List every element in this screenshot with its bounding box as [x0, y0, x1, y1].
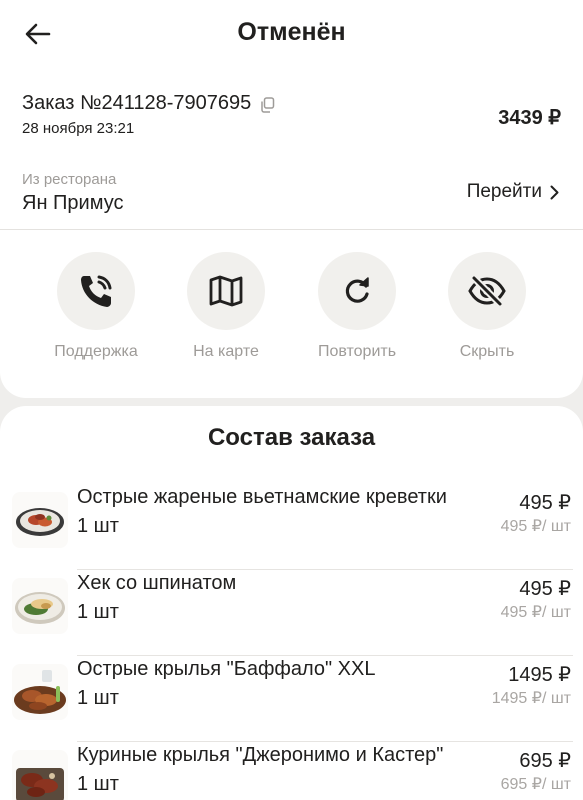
- item-unit-price: 1495 ₽/ шт: [491, 690, 571, 707]
- dish-image-shrimp: [12, 492, 68, 548]
- map-label: На карте: [193, 343, 259, 360]
- support-button[interactable]: Поддержка: [31, 252, 161, 361]
- map-icon: [209, 275, 243, 307]
- actions-row: Поддержка На карте Повторить Скрыть: [0, 252, 583, 362]
- item-quantity: 1 шт: [77, 687, 119, 709]
- restaurant-row: Из ресторана Ян Примус Перейти: [22, 170, 567, 220]
- dish-image-hake: [12, 578, 68, 634]
- composition-title: Состав заказа: [207, 424, 376, 451]
- page-title: Отменён: [237, 18, 346, 46]
- item-quantity: 1 шт: [77, 601, 119, 623]
- item-unit-price: 495 ₽/ шт: [500, 518, 571, 535]
- item-unit-price: 695 ₽/ шт: [500, 776, 571, 793]
- item-quantity: 1 шт: [77, 773, 119, 795]
- item-name: Острые жареные вьетнамские креветки: [77, 486, 447, 508]
- map-button[interactable]: На карте: [161, 252, 291, 361]
- order-item[interactable]: Куриные крылья "Джеронимо и Кастер" 1 шт…: [0, 742, 583, 800]
- support-circle: [57, 252, 135, 330]
- repeat-circle: [318, 252, 396, 330]
- chevron-right-icon: [550, 185, 559, 199]
- header: Отменён: [0, 0, 583, 70]
- support-label: Поддержка: [54, 343, 138, 360]
- divider: [0, 229, 583, 230]
- order-number: Заказ №241128-7907695: [22, 92, 252, 114]
- order-number-row: Заказ №241128-7907695: [22, 92, 275, 115]
- order-total: 3439 ₽: [498, 107, 561, 129]
- item-unit-price: 495 ₽/ шт: [500, 604, 571, 621]
- order-item[interactable]: Хек со шпинатом 1 шт 495 ₽ 495 ₽/ шт: [0, 570, 583, 656]
- item-price: 695 ₽: [519, 750, 571, 772]
- order-item[interactable]: Острые крылья "Баффало" XXL 1 шт 1495 ₽ …: [0, 656, 583, 742]
- order-info-card: Отменён Заказ №241128-7907695 28 ноября …: [0, 0, 583, 398]
- restaurant-name: Ян Примус: [22, 192, 124, 214]
- item-price: 495 ₽: [519, 492, 571, 514]
- goto-label: Перейти: [466, 181, 542, 202]
- item-name: Куриные крылья "Джеронимо и Кастер": [77, 744, 444, 766]
- item-price: 495 ₽: [519, 578, 571, 600]
- item-price: 1495 ₽: [508, 664, 571, 686]
- hide-button[interactable]: Скрыть: [422, 252, 552, 361]
- dish-image-wings: [12, 664, 68, 720]
- map-circle: [187, 252, 265, 330]
- item-quantity: 1 шт: [77, 515, 119, 537]
- goto-restaurant-button[interactable]: Перейти: [467, 181, 559, 203]
- order-item[interactable]: Острые жареные вьетнамские креветки 1 шт…: [0, 484, 583, 570]
- repeat-button[interactable]: Повторить: [292, 252, 422, 361]
- repeat-label: Повторить: [317, 343, 397, 360]
- eye-off-icon: [468, 274, 506, 308]
- order-date: 28 ноября 23:21: [22, 120, 135, 137]
- repeat-icon: [345, 277, 369, 303]
- dish-image-chicken-wings: [12, 750, 68, 800]
- restaurant-caption: Из ресторана: [22, 171, 117, 188]
- item-name: Острые крылья "Баффало" XXL: [77, 658, 376, 680]
- item-name: Хек со шпинатом: [77, 572, 237, 594]
- phone-icon: [81, 275, 112, 307]
- order-summary: Заказ №241128-7907695 28 ноября 23:21 34…: [22, 92, 567, 142]
- hide-label: Скрыть: [459, 343, 515, 360]
- copy-icon[interactable]: [260, 96, 275, 113]
- hide-circle: [448, 252, 526, 330]
